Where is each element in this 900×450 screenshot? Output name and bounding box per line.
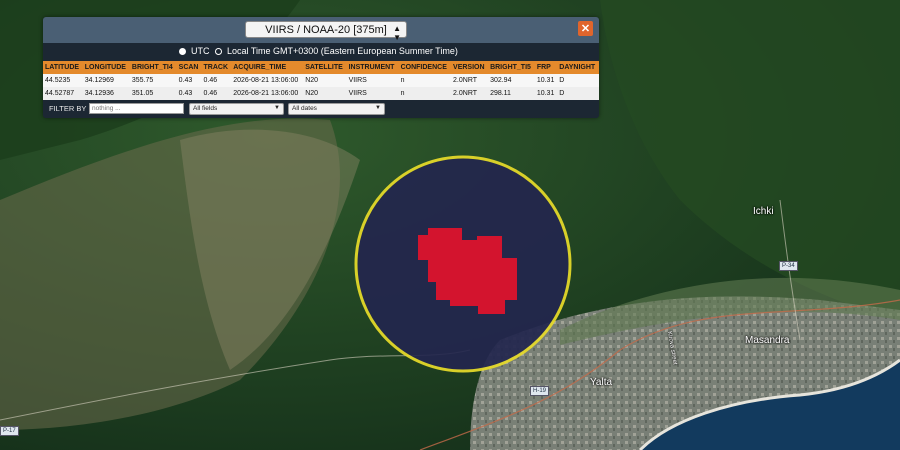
cell-track: 0.46	[203, 90, 218, 97]
col-confidence[interactable]: CONFIDENCE	[399, 61, 451, 74]
cell-acquire-time: 2026-08-21 13:06:00	[233, 90, 299, 97]
field-filter-select[interactable]: All fields ▼	[189, 103, 284, 115]
col-frp[interactable]: FRP	[535, 61, 557, 74]
col-version[interactable]: VERSION	[451, 61, 488, 74]
layer-select[interactable]: VIIRS / NOAA-20 [375m] ▲ ▼	[245, 21, 407, 42]
col-acquire-time[interactable]: ACQUIRE_TIME	[231, 61, 303, 74]
local-time-radio[interactable]	[215, 48, 222, 55]
cell-longitude: 34.12969	[84, 77, 114, 84]
utc-radio-label: UTC	[191, 46, 210, 56]
panel-header: VIIRS / NOAA-20 [375m] ▲ ▼ ✕	[43, 17, 599, 43]
road-marker-p34: P-34	[779, 261, 798, 271]
table-header-row: LATITUDE LONGITUDE BRIGHT_TI4 SCAN TRACK…	[43, 61, 599, 74]
cell-bright-ti4: 355.75	[131, 77, 154, 84]
col-latitude[interactable]: LATITUDE	[43, 61, 83, 74]
col-bright-ti5[interactable]: BRIGHT_TI5	[488, 61, 535, 74]
cell-bright-ti5: 302.94	[490, 77, 512, 84]
cell-scan: 0.43	[178, 90, 193, 97]
cell-bright-ti4: 351.05	[131, 90, 154, 97]
col-longitude[interactable]: LONGITUDE	[83, 61, 130, 74]
cell-acquire-time: 2026-08-21 13:06:00	[233, 77, 299, 84]
cell-confidence: n	[400, 77, 405, 84]
cell-confidence: n	[400, 90, 405, 97]
chevron-updown-icon: ▼	[274, 105, 280, 111]
cell-instrument: VIIRS	[348, 77, 367, 84]
filter-label: FILTER BY	[49, 104, 87, 113]
table-row[interactable]: 44.52787 34.12936 351.05 0.43 0.46 2026-…	[43, 87, 599, 100]
road-marker-h19: H-19	[530, 386, 550, 396]
cell-frp: 10.31	[536, 77, 555, 84]
cell-scan: 0.43	[178, 77, 193, 84]
cell-latitude: 44.5235	[45, 77, 71, 84]
cell-longitude: 34.12936	[84, 90, 114, 97]
place-label-yalta: Yalta	[590, 377, 613, 388]
col-track[interactable]: TRACK	[202, 61, 232, 74]
table-row[interactable]: 44.5235 34.12969 355.75 0.43 0.46 2026-0…	[43, 74, 599, 87]
date-filter-select[interactable]: All dates ▼	[288, 103, 385, 115]
chevron-updown-icon: ▼	[375, 105, 381, 111]
cell-daynight: D	[559, 90, 565, 97]
cell-version: 2.0NRT	[453, 77, 478, 84]
cell-satellite: N20	[305, 77, 319, 84]
col-satellite[interactable]: SATELLITE	[303, 61, 346, 74]
date-filter-value: All dates	[292, 105, 317, 112]
fire-data-panel: VIIRS / NOAA-20 [375m] ▲ ▼ ✕ UTC Local Ti…	[43, 17, 599, 118]
close-icon[interactable]: ✕	[578, 21, 593, 36]
col-scan[interactable]: SCAN	[177, 61, 202, 74]
cell-track: 0.46	[203, 77, 218, 84]
place-label-masandra: Masandra	[745, 335, 790, 346]
cell-daynight: D	[559, 77, 565, 84]
cell-version: 2.0NRT	[453, 90, 478, 97]
fire-data-table: LATITUDE LONGITUDE BRIGHT_TI4 SCAN TRACK…	[43, 61, 599, 100]
cell-satellite: N20	[305, 90, 319, 97]
cell-frp: 10.31	[536, 90, 555, 97]
time-mode-row: UTC Local Time GMT+0300 (Eastern Europea…	[43, 43, 599, 61]
cell-instrument: VIIRS	[348, 90, 367, 97]
col-bright-ti4[interactable]: BRIGHT_TI4	[130, 61, 177, 74]
chevron-updown-icon: ▲ ▼	[393, 24, 401, 42]
col-instrument[interactable]: INSTRUMENT	[347, 61, 399, 74]
layer-select-value: VIIRS / NOAA-20 [375m]	[265, 23, 387, 36]
filter-bar: FILTER BY All fields ▼ All dates ▼	[43, 100, 599, 118]
utc-radio[interactable]	[179, 48, 186, 55]
road-marker-p17: P-17	[0, 426, 19, 436]
local-time-radio-label: Local Time GMT+0300 (Eastern European Su…	[227, 46, 458, 56]
cell-latitude: 44.52787	[45, 90, 75, 97]
col-daynight[interactable]: DAYNIGHT	[557, 61, 599, 74]
filter-input[interactable]	[89, 103, 184, 114]
place-label-ichki: Ichki	[753, 206, 774, 217]
cell-bright-ti5: 298.11	[490, 90, 511, 97]
field-filter-value: All fields	[193, 105, 218, 112]
